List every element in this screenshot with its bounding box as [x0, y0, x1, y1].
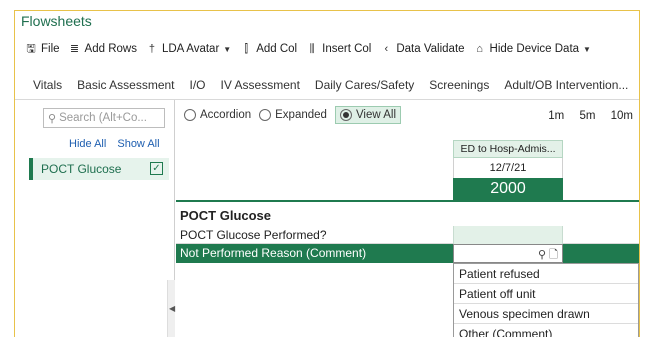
row-label: POCT Glucose Performed? — [180, 228, 327, 242]
view-mode-selector: Accordion Expanded View All — [184, 106, 409, 124]
chevron-down-icon: ▼ — [583, 44, 591, 54]
hide-all-link[interactable]: Hide All — [69, 138, 106, 150]
radio-view-all[interactable]: View All — [334, 106, 401, 124]
value-cell[interactable] — [453, 226, 563, 244]
radio-circle-icon — [259, 109, 272, 121]
hide-device-data-button[interactable]: ⌂ Hide Device Data ▼ — [474, 43, 591, 55]
data-validate-label: Data Validate — [396, 43, 465, 55]
add-rows-button[interactable]: ≣ Add Rows — [69, 43, 137, 55]
insert-col-icon: ⫼ — [309, 43, 315, 55]
sidebar-item-poct-glucose[interactable]: POCT Glucose ✓ — [29, 158, 169, 180]
comment-icon[interactable]: 🗋 — [549, 249, 558, 261]
collapse-arrow-icon: ◀ — [169, 304, 176, 313]
row-label: Not Performed Reason (Comment) — [180, 246, 367, 260]
add-rows-icon: ≣ — [69, 43, 80, 55]
add-col-label: Add Col — [256, 43, 298, 55]
search-icon: ⚲ — [48, 112, 57, 125]
radio-expanded[interactable]: Expanded — [259, 109, 327, 121]
data-validate-button[interactable]: ‹ Data Validate — [380, 43, 465, 55]
lda-avatar-icon: † — [148, 43, 156, 55]
tab-daily-cares-safety[interactable]: Daily Cares/Safety — [315, 78, 414, 92]
tab-vitals[interactable]: Vitals — [33, 78, 62, 92]
dropdown-option[interactable]: Venous specimen drawn — [454, 304, 638, 324]
search-input[interactable]: ⚲ Search (Alt+Co... — [43, 108, 165, 128]
interval-5m[interactable]: 5m — [579, 110, 595, 122]
radio-label: Accordion — [200, 109, 252, 121]
column-time: 2000 — [453, 178, 563, 200]
flowsheet-grid: Accordion Expanded View All 1m 5m 10m ED… — [176, 100, 639, 337]
search-placeholder: Search (Alt+Co... — [59, 112, 147, 124]
sidebar-item-label: POCT Glucose — [41, 162, 122, 176]
add-col-button[interactable]: ⫿ Add Col — [240, 43, 297, 55]
checkbox-checked-icon[interactable]: ✓ — [150, 162, 163, 175]
insert-col-button[interactable]: ⫼ Insert Col — [306, 43, 372, 55]
data-validate-icon: ‹ — [384, 43, 389, 55]
tab-iv-assessment[interactable]: IV Assessment — [221, 78, 300, 92]
save-icon: 🖫 — [26, 43, 36, 55]
file-button[interactable]: 🖫 File — [25, 43, 60, 55]
encounter-label: ED to Hosp-Admis... — [453, 140, 563, 158]
sidebar: ⚲ Search (Alt+Co... Hide All Show All PO… — [15, 100, 175, 337]
hide-device-data-icon: ⌂ — [476, 43, 483, 55]
column-date: 12/7/21 — [453, 158, 563, 178]
hide-device-data-label: Hide Device Data — [489, 43, 580, 55]
add-rows-label: Add Rows — [84, 43, 137, 55]
dropdown-option[interactable]: Patient off unit — [454, 284, 638, 304]
interval-1m[interactable]: 1m — [548, 110, 564, 122]
radio-label: View All — [355, 109, 396, 121]
search-icon[interactable]: ⚲ — [538, 249, 546, 261]
chevron-down-icon: ▼ — [223, 44, 232, 54]
dropdown-option[interactable]: Patient refused — [454, 264, 638, 284]
window-title: Flowsheets — [21, 13, 92, 29]
value-cell-input[interactable]: ⚲ 🗋 — [453, 244, 563, 263]
file-label: File — [41, 43, 60, 55]
interval-10m[interactable]: 10m — [611, 110, 633, 122]
lda-avatar-label: LDA Avatar — [161, 43, 220, 55]
flowsheet-tabs: Vitals Basic Assessment I/O IV Assessmen… — [15, 73, 639, 97]
lda-avatar-button[interactable]: † LDA Avatar ▼ — [146, 43, 231, 55]
radio-accordion[interactable]: Accordion — [184, 109, 251, 121]
sidebar-links: Hide All Show All — [69, 138, 168, 150]
flowsheet-row[interactable]: POCT Glucose Performed? — [176, 226, 639, 244]
splitter-handle[interactable]: ◀ — [167, 280, 175, 337]
tab-screenings[interactable]: Screenings — [429, 78, 489, 92]
radio-selected-icon — [339, 109, 352, 121]
time-interval-selector: 1m 5m 10m — [536, 110, 633, 122]
tab-basic-assessment[interactable]: Basic Assessment — [77, 78, 174, 92]
radio-label: Expanded — [275, 109, 327, 121]
reason-dropdown: Patient refused Patient off unit Venous … — [453, 263, 639, 337]
show-all-link[interactable]: Show All — [117, 138, 159, 150]
dropdown-option[interactable]: Other (Comment) — [454, 324, 638, 337]
tab-io[interactable]: I/O — [190, 78, 206, 92]
column-header[interactable]: ED to Hosp-Admis... 12/7/21 2000 — [453, 140, 563, 200]
flowsheet-row-selected[interactable]: Not Performed Reason (Comment) ⚲ 🗋 — [176, 244, 639, 263]
flowsheets-window: Flowsheets 🖫 File ≣ Add Rows † LDA Avata… — [14, 10, 640, 337]
insert-col-label: Insert Col — [322, 43, 372, 55]
toolbar: 🖫 File ≣ Add Rows † LDA Avatar ▼ ⫿ Add C… — [15, 38, 639, 60]
add-col-icon: ⫿ — [244, 43, 248, 55]
section-title: POCT Glucose — [180, 208, 272, 223]
tab-adult-ob-intervention[interactable]: Adult/OB Intervention... — [504, 78, 628, 92]
radio-circle-icon — [184, 109, 196, 121]
divider — [176, 200, 639, 202]
